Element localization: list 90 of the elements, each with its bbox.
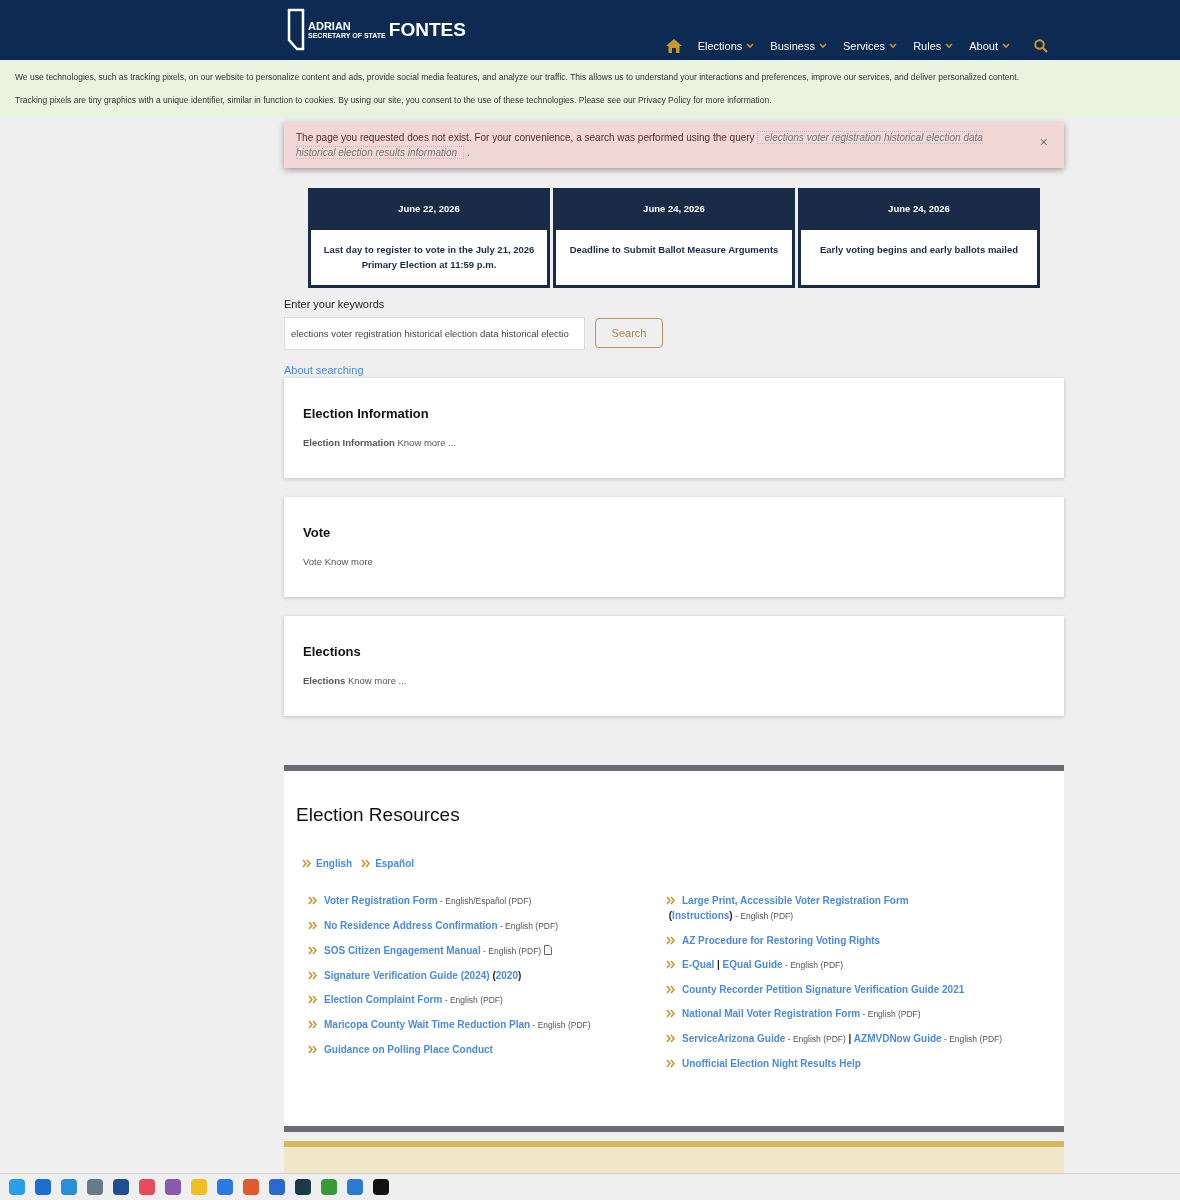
resource-link[interactable]: SOS Citizen Engagement Manual xyxy=(324,944,481,956)
file-note: - English (PDF) xyxy=(443,994,503,1005)
file-note: - English (PDF) xyxy=(861,1008,921,1019)
file-note: - English (PDF) xyxy=(783,959,844,970)
chevron-icon xyxy=(666,1008,675,1018)
event-description: Deadline to Submit Ballot Measure Arguments xyxy=(569,243,779,257)
chevron-down-icon xyxy=(746,42,755,49)
nav-item[interactable]: Business xyxy=(770,37,827,54)
resource-link[interactable]: Election Complaint Form xyxy=(324,993,443,1005)
chevron-icon xyxy=(666,895,675,905)
chevron-down-icon xyxy=(818,42,827,49)
chevron-icon xyxy=(308,1019,317,1029)
resource-link[interactable]: Voter Registration Form xyxy=(324,894,438,906)
punctuation: | xyxy=(716,958,721,970)
result-title[interactable]: Election Information xyxy=(303,404,429,424)
file-note: - English (PDF) xyxy=(942,1033,1003,1044)
event-date: June 24, 2026 xyxy=(643,201,705,216)
resource-link[interactable]: AZMVDNow Guide xyxy=(853,1032,942,1044)
cookie-notice-text: Tracking pixels are tiny graphics with a unique identifier, similar in function to cookies. By using our site, you consent to the use of these technologies. Please see our Privacy Policy for more information. xyxy=(15,95,773,106)
punctuation: ) xyxy=(517,969,522,981)
resources-heading: Election Resources xyxy=(296,803,461,827)
file-note: - English (PDF) xyxy=(531,1019,591,1030)
chevron-icon xyxy=(308,920,317,930)
chevron-icon xyxy=(302,858,311,868)
nav-item[interactable]: Rules xyxy=(913,37,954,54)
chevron-icon xyxy=(361,858,371,868)
nav-item[interactable]: Elections xyxy=(697,37,755,54)
file-note: - English (PDF) xyxy=(786,1033,846,1044)
resource-link[interactable]: Large Print, Accessible Voter Registration Form xyxy=(682,894,909,906)
logo-name: ADRIAN xyxy=(308,21,352,32)
resource-link[interactable]: No Residence Address Confirmation xyxy=(324,919,498,931)
language-link[interactable]: Español xyxy=(375,855,415,871)
resource-link[interactable]: AZ Procedure for Restoring Voting Rights xyxy=(682,934,881,946)
result-snippet: Elections Know more ... xyxy=(303,673,407,688)
search-field[interactable]: elections voter registration historical election data historical electio xyxy=(284,316,585,350)
resource-link[interactable]: Guidance on Polling Place Conduct xyxy=(324,1043,493,1055)
resource-link[interactable]: Maricopa County Wait Time Reduction Plan xyxy=(324,1018,531,1030)
result-snippet: Election Information Know more ... xyxy=(303,435,457,450)
chevron-icon xyxy=(666,935,675,945)
app-icon[interactable] xyxy=(373,1179,389,1195)
search-button[interactable]: Search xyxy=(595,318,663,348)
resource-link[interactable]: National Mail Voter Registration Form xyxy=(682,1007,861,1019)
file-note: - English/Español (PDF) xyxy=(439,895,532,906)
resource-link[interactable]: EQual Guide xyxy=(722,958,783,970)
resource-link[interactable]: Signature Verification Guide (2024) xyxy=(324,969,490,981)
state-outline-icon[interactable] xyxy=(287,8,305,52)
resource-link[interactable]: Unofficial Election Night Results Help xyxy=(682,1057,861,1069)
cookie-notice-text: We use technologies, such as tracking pixels, on our website to personalize content and ads, provide social media features, and analyze our traffic. This allows us to understand your interactions and preferences, improve our services, and deliver personalized content. xyxy=(15,72,1021,83)
punctuation: ) xyxy=(729,909,733,921)
chevron-icon xyxy=(308,970,317,980)
chevron-down-icon xyxy=(889,42,898,49)
punctuation: ( xyxy=(667,909,673,921)
result-title[interactable]: Elections xyxy=(303,642,361,662)
event-description: Last day to register to vote in the July 21, 2026 Primary Election at 11:59 p.m. xyxy=(322,243,536,272)
file-note: - English (PDF) xyxy=(498,920,559,931)
nav-item[interactable]: Services xyxy=(842,37,898,54)
punctuation: ( xyxy=(491,969,496,981)
close-button[interactable]: × xyxy=(1039,132,1048,153)
resource-link[interactable]: ServiceArizona Guide xyxy=(682,1032,786,1044)
chevron-icon xyxy=(666,1058,675,1068)
alert-message: The page you requested does not exist. For your convenience, a search was performed using the query elections voter registration historical election data historical election results information . xyxy=(296,130,984,160)
result-title[interactable]: Vote xyxy=(303,523,331,543)
chevron-icon xyxy=(308,945,317,955)
result-snippet: Vote Know more xyxy=(303,554,373,569)
chevron-down-icon xyxy=(1002,42,1010,49)
nav-item[interactable]: About xyxy=(969,37,1010,54)
chevron-icon xyxy=(666,959,675,969)
about-searching-link[interactable]: About searching xyxy=(284,361,364,378)
chevron-icon xyxy=(308,994,317,1004)
logo-name: FONTES xyxy=(388,17,466,42)
chevron-down-icon xyxy=(945,42,954,49)
event-date: June 22, 2026 xyxy=(398,201,460,216)
chevron-icon xyxy=(308,895,317,905)
punctuation: | xyxy=(847,1032,853,1044)
file-note: - English (PDF) xyxy=(482,945,542,956)
app-icon[interactable] xyxy=(113,1179,129,1195)
document-icon xyxy=(544,944,553,955)
chevron-icon xyxy=(666,1033,675,1043)
search-icon[interactable] xyxy=(1034,38,1048,53)
event-description: Early voting begins and early ballots mailed xyxy=(820,243,1018,257)
chevron-icon xyxy=(308,1044,317,1054)
resource-link[interactable]: County Recorder Petition Signature Verification Guide 2021 xyxy=(682,983,965,995)
home-icon[interactable] xyxy=(665,38,682,53)
event-date: June 24, 2026 xyxy=(888,201,950,216)
search-label: Enter your keywords xyxy=(284,297,386,312)
app-icon[interactable] xyxy=(295,1179,311,1195)
language-link[interactable]: English xyxy=(316,855,353,871)
file-note: - English (PDF) xyxy=(734,910,794,921)
chevron-icon xyxy=(666,984,675,994)
resource-link[interactable]: E-Qual xyxy=(682,958,715,970)
